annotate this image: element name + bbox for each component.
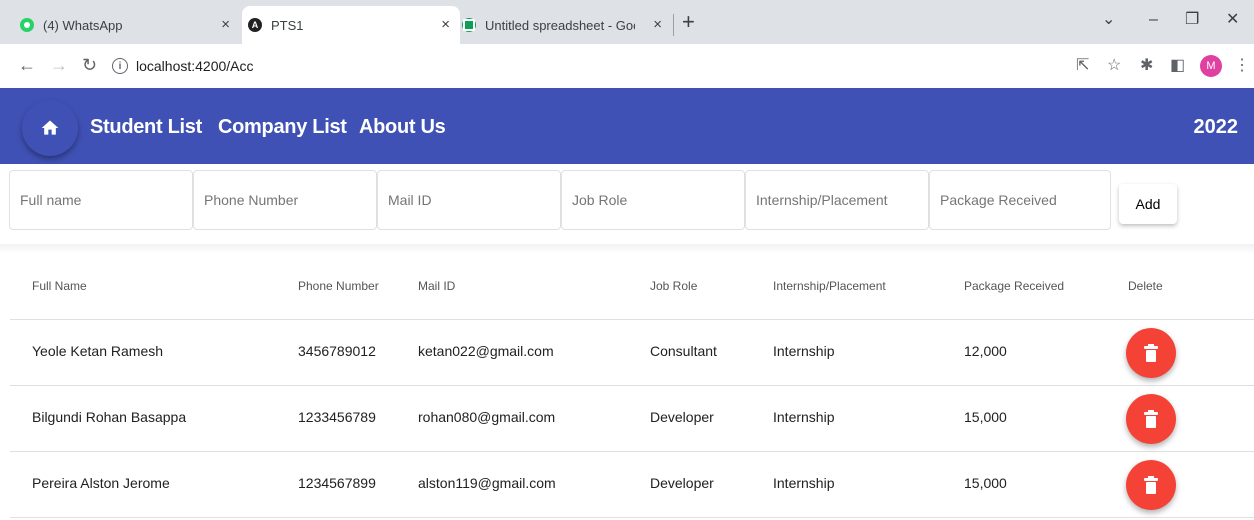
site-info-icon[interactable]: i xyxy=(112,58,128,74)
header-phone-number: Phone Number xyxy=(298,279,379,293)
delete-button[interactable] xyxy=(1126,394,1176,444)
full-name-input[interactable] xyxy=(10,171,192,229)
package-received-input[interactable] xyxy=(930,171,1110,229)
close-tab-icon[interactable]: × xyxy=(221,17,230,33)
home-icon xyxy=(41,120,59,135)
tab-pts1[interactable]: A PTS1 × xyxy=(242,6,460,44)
cell-phone-number: 3456789012 xyxy=(298,343,376,359)
header-full-name: Full Name xyxy=(32,279,87,293)
cell-mail-id: ketan022@gmail.com xyxy=(418,343,554,359)
home-button[interactable] xyxy=(22,100,78,156)
close-window-icon[interactable]: ✕ xyxy=(1226,10,1239,30)
tab-title: Untitled spreadsheet - Google Sh xyxy=(485,17,635,33)
cell-mail-id: alston119@gmail.com xyxy=(418,475,556,491)
back-icon[interactable]: ← xyxy=(18,54,36,76)
browser-tab-strip: (4) WhatsApp × A PTS1 × Untitled spreads… xyxy=(0,0,1254,44)
url-text: localhost:4200/Acc xyxy=(136,58,254,74)
cell-full-name: Bilgundi Rohan Basappa xyxy=(32,409,187,425)
app-toolbar: Student List Company List About Us 2022 xyxy=(0,88,1254,164)
side-panel-icon[interactable]: ◧ xyxy=(1170,56,1185,76)
cell-internship-placement: Internship xyxy=(773,409,835,425)
new-tab-button[interactable]: + xyxy=(682,10,695,34)
phone-number-input[interactable] xyxy=(194,171,376,229)
phone-number-field[interactable] xyxy=(193,170,377,230)
bookmark-star-icon[interactable]: ☆ xyxy=(1107,56,1121,76)
nav-company-list[interactable]: Company List xyxy=(218,116,347,139)
url-bar[interactable]: i localhost:4200/Acc xyxy=(112,53,254,79)
add-student-form: Add xyxy=(0,164,1254,242)
mail-id-input[interactable] xyxy=(378,171,560,229)
table-row: Bilgundi Rohan Basappa 1233456789 rohan0… xyxy=(10,386,1254,452)
cell-phone-number: 1233456789 xyxy=(298,409,376,425)
profile-avatar[interactable]: M xyxy=(1200,55,1222,77)
header-internship-placement: Internship/Placement xyxy=(773,279,886,293)
trash-icon xyxy=(1144,410,1158,428)
cell-internship-placement: Internship xyxy=(773,343,835,359)
cell-job-role: Developer xyxy=(650,475,714,491)
close-tab-icon[interactable]: × xyxy=(441,17,450,33)
cell-mail-id: rohan080@gmail.com xyxy=(418,409,556,425)
job-role-input[interactable] xyxy=(562,171,744,229)
trash-icon xyxy=(1144,476,1158,494)
cell-internship-placement: Internship xyxy=(773,475,835,491)
minimize-icon[interactable]: – xyxy=(1149,10,1158,30)
whatsapp-icon xyxy=(20,18,34,32)
header-mail-id: Mail ID xyxy=(418,279,456,293)
cell-package-received: 15,000 xyxy=(964,409,1007,425)
cell-full-name: Yeole Ketan Ramesh xyxy=(32,343,164,359)
menu-dots-icon[interactable]: ⋮ xyxy=(1234,56,1250,76)
nav-student-list[interactable]: Student List xyxy=(90,116,202,139)
tab-title: (4) WhatsApp xyxy=(43,17,123,33)
table-row: Pereira Alston Jerome 1234567899 alston1… xyxy=(10,452,1254,518)
share-icon[interactable]: ⇱ xyxy=(1076,56,1089,76)
internship-placement-input[interactable] xyxy=(746,171,928,229)
cell-job-role: Developer xyxy=(650,409,714,425)
section-divider xyxy=(0,244,1254,254)
header-package-received: Package Received xyxy=(964,279,1065,293)
delete-button[interactable] xyxy=(1126,328,1176,378)
delete-button[interactable] xyxy=(1126,460,1176,510)
header-job-role: Job Role xyxy=(650,279,698,293)
cell-full-name: Pereira Alston Jerome xyxy=(32,475,170,491)
tab-search-icon[interactable]: ⌄ xyxy=(1102,10,1115,30)
table-row: Yeole Ketan Ramesh 3456789012 ketan022@g… xyxy=(10,320,1254,386)
address-bar-row: ← → ↻ i localhost:4200/Acc ⇱ ☆ ✱ ◧ M ⋮ xyxy=(0,44,1254,88)
tab-google-sheets[interactable]: Untitled spreadsheet - Google Sh × xyxy=(462,6,672,44)
trash-icon xyxy=(1144,344,1158,362)
nav-about-us[interactable]: About Us xyxy=(359,116,446,139)
angular-icon: A xyxy=(248,18,262,32)
extensions-icon[interactable]: ✱ xyxy=(1140,56,1153,76)
cell-job-role: Consultant xyxy=(650,343,717,359)
year-label: 2022 xyxy=(1193,116,1239,138)
close-tab-icon[interactable]: × xyxy=(653,17,662,33)
restore-icon[interactable]: ❐ xyxy=(1185,10,1199,30)
cell-phone-number: 1234567899 xyxy=(298,475,376,491)
full-name-field[interactable] xyxy=(9,170,193,230)
forward-icon[interactable]: → xyxy=(50,54,68,76)
package-received-field[interactable] xyxy=(929,170,1111,230)
tab-title: PTS1 xyxy=(271,17,304,33)
header-delete: Delete xyxy=(1128,279,1163,293)
internship-placement-field[interactable] xyxy=(745,170,929,230)
cell-package-received: 15,000 xyxy=(964,475,1007,491)
tab-separator xyxy=(673,14,674,36)
students-table: Full Name Phone Number Mail ID Job Role … xyxy=(10,254,1254,518)
tab-whatsapp[interactable]: (4) WhatsApp × xyxy=(20,6,240,44)
reload-icon[interactable]: ↻ xyxy=(82,54,97,76)
add-button[interactable]: Add xyxy=(1119,184,1177,224)
mail-id-field[interactable] xyxy=(377,170,561,230)
job-role-field[interactable] xyxy=(561,170,745,230)
table-header: Full Name Phone Number Mail ID Job Role … xyxy=(10,254,1254,320)
cell-package-received: 12,000 xyxy=(964,343,1007,359)
google-sheets-icon xyxy=(462,18,476,32)
